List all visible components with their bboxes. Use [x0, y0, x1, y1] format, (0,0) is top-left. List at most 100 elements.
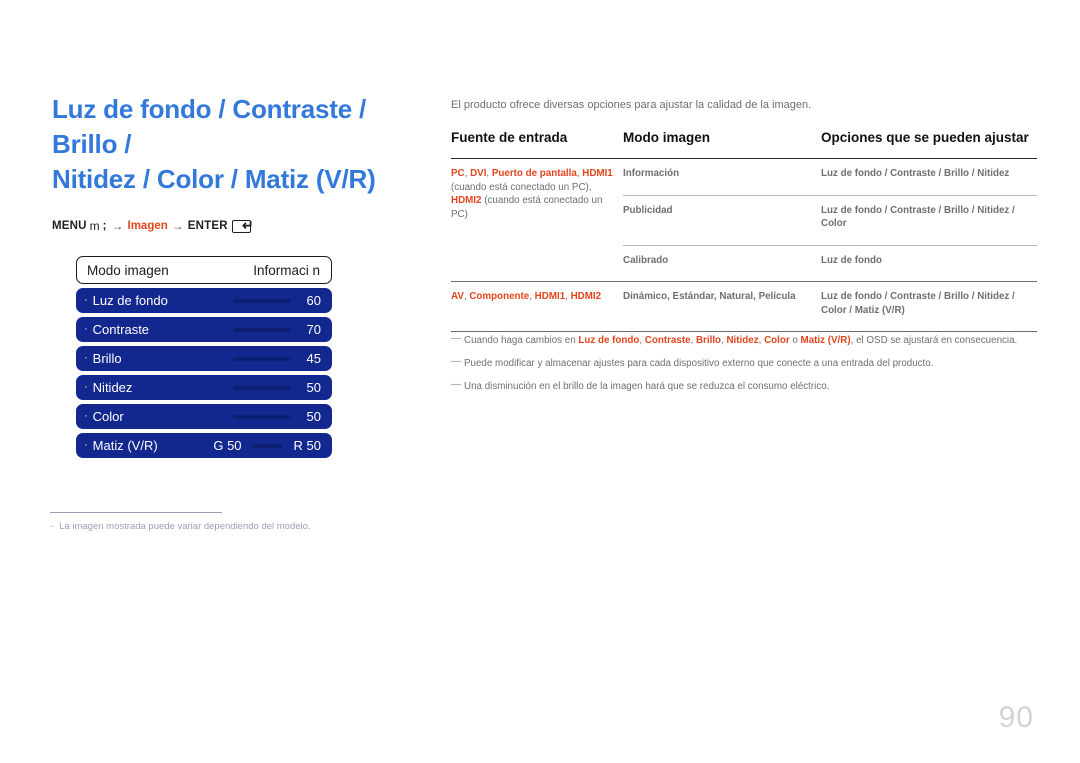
highlight-term: Contraste: [644, 335, 691, 346]
osd-row-label: Color: [92, 409, 124, 424]
osd-slider-track[interactable]: [233, 327, 291, 332]
left-column: Luz de fondo / Contraste / Brillo / Niti…: [52, 92, 422, 233]
osd-bullet-icon: ·: [84, 352, 88, 364]
osd-row-color[interactable]: · Color 50: [76, 404, 332, 429]
plain-term: , el OSD se ajustará en consecuencia.: [850, 335, 1018, 346]
highlight-term: DVI: [470, 168, 487, 179]
osd-header-row[interactable]: Modo imagen Informaci n: [76, 256, 332, 284]
cell-options: Luz de fondo / Contraste / Brillo / Niti…: [821, 195, 1037, 246]
osd-header-value: Informaci n: [253, 262, 320, 278]
note-dash-icon: —: [451, 333, 461, 344]
osd-row-value: 45: [306, 351, 321, 366]
note-dash-icon: —: [451, 356, 461, 367]
osd-bullet-icon: ·: [84, 323, 88, 335]
plain-term: Una disminución en el brillo de la image…: [464, 381, 830, 392]
cell-mode: Calibrado: [623, 254, 669, 266]
plain-term: o: [789, 335, 801, 346]
highlight-term: Matiz (V/R): [800, 335, 851, 346]
footnote-divider: [50, 512, 222, 513]
osd-row-value: 70: [306, 322, 321, 337]
column-header-source: Fuente de entrada: [451, 129, 623, 159]
note-item: — Puede modificar y almacenar ajustes pa…: [451, 357, 1037, 371]
bottom-rule-cell: [623, 331, 821, 332]
table-row-bottom-rule: [451, 331, 1037, 332]
highlight-term: Luz de fondo: [578, 335, 640, 346]
table-row: PC, DVI, Puerto de pantalla, HDMI1 (cuan…: [451, 158, 1037, 220]
osd-row-nitidez[interactable]: · Nitidez 50: [76, 375, 332, 400]
osd-row-label: Nitidez: [92, 380, 133, 395]
right-column: El producto ofrece diversas opciones par…: [451, 98, 1037, 403]
cell-mode: Dinámico, Estándar, Natural, Película: [623, 281, 821, 332]
osd-header-label: Modo imagen: [87, 262, 169, 278]
left-footnote: - La imagen mostrada puede variar depend…: [50, 512, 380, 532]
highlight-term: HDMI2: [451, 195, 482, 206]
page-number: 90: [998, 701, 1034, 734]
intro-paragraph: El producto ofrece diversas opciones par…: [451, 99, 812, 111]
osd-bullet-icon: ·: [84, 381, 88, 393]
cell-mode: Publicidad: [623, 195, 821, 246]
menu-path-separator: ;: [102, 220, 107, 232]
note-item: — Cuando haga cambios en Luz de fondo, C…: [451, 334, 1037, 348]
enter-return-icon: ↵: [231, 216, 254, 233]
bottom-rule-cell: [451, 331, 623, 332]
osd-bullet-icon: ·: [84, 410, 88, 422]
osd-bullet-icon: ·: [84, 439, 88, 451]
column-header-adjustable-options: Opciones que se pueden ajustar: [821, 129, 1037, 159]
table-header-row: Fuente de entrada Modo imagen Opciones q…: [451, 129, 1037, 159]
table-row: AV, Componente, HDMI1, HDMI2 Dinámico, E…: [451, 281, 1037, 332]
footnote-text: La imagen mostrada puede variar dependie…: [59, 521, 311, 532]
osd-row-brillo[interactable]: · Brillo 45: [76, 346, 332, 371]
osd-slider-track[interactable]: [233, 414, 291, 419]
osd-row-luz-de-fondo[interactable]: · Luz de fondo 60: [76, 288, 332, 313]
menu-hamburger-icon: m: [89, 219, 100, 233]
osd-row-label: Brillo: [92, 351, 122, 366]
menu-button-label: MENU: [52, 220, 87, 232]
highlight-term: AV: [451, 291, 464, 302]
cell-options: Luz de fondo: [821, 254, 882, 266]
osd-slider-track[interactable]: [233, 385, 291, 390]
highlight-term: Puerto de pantalla: [491, 168, 577, 179]
bottom-rule-cell: [821, 331, 1037, 332]
osd-row-value: 60: [306, 293, 321, 308]
highlight-term: Componente: [469, 291, 530, 302]
cell-source-group1: PC, DVI, Puerto de pantalla, HDMI1 (cuan…: [451, 159, 623, 282]
osd-tint-slider-track[interactable]: [251, 443, 282, 448]
note-dash-icon: —: [451, 379, 461, 390]
highlight-term: HDMI1: [582, 168, 613, 179]
osd-row-matiz[interactable]: · Matiz (V/R) G 50 R 50: [76, 433, 332, 458]
cell-mode: Información: [623, 158, 821, 196]
cell-source-group2: AV, Componente, HDMI1, HDMI2: [451, 281, 623, 332]
osd-preview-panel: Modo imagen Informaci n · Luz de fondo 6…: [76, 256, 332, 458]
osd-row-label: Luz de fondo: [92, 293, 168, 308]
footnote-text-row: - La imagen mostrada puede variar depend…: [50, 521, 380, 532]
highlight-term: PC: [451, 168, 465, 179]
footnote-dash-icon: -: [50, 521, 54, 532]
osd-tint-red-value: R 50: [293, 438, 321, 453]
highlight-term: HDMI2: [570, 291, 602, 302]
highlight-term: Brillo: [695, 335, 722, 346]
enter-button-label: ENTER: [187, 220, 228, 232]
osd-bullet-icon: ·: [84, 294, 88, 306]
osd-slider-track[interactable]: [233, 356, 291, 361]
osd-row-value: 50: [306, 409, 321, 424]
return-arrow-glyph: ↵: [242, 216, 254, 233]
osd-tint-green-value: G 50: [213, 438, 242, 453]
highlight-term: HDMI1: [534, 291, 566, 302]
plain-term: (cuando está conectado un PC),: [451, 181, 592, 193]
menu-path-breadcrumb: MENU m ; → Imagen → ENTER ↵: [52, 216, 422, 234]
osd-row-label: Contraste: [92, 322, 150, 337]
plain-term: Puede modificar y almacenar ajustes para…: [464, 358, 934, 369]
page-title: Luz de fondo / Contraste / Brillo / Niti…: [52, 94, 376, 194]
highlight-term: Nitidez: [726, 335, 759, 346]
notes-list: — Cuando haga cambios en Luz de fondo, C…: [451, 334, 1037, 394]
plain-term: Cuando haga cambios en: [464, 335, 579, 346]
cell-options: Luz de fondo / Contraste / Brillo / Niti…: [821, 281, 1037, 332]
note-text: Una disminución en el brillo de la image…: [464, 380, 1037, 394]
osd-row-contraste[interactable]: · Contraste 70: [76, 317, 332, 342]
note-item: — Una disminución en el brillo de la ima…: [451, 380, 1037, 394]
cell-options: Luz de fondo / Contraste / Brillo / Niti…: [821, 158, 1037, 196]
osd-slider-track[interactable]: [233, 298, 291, 303]
note-text: Cuando haga cambios en Luz de fondo, Con…: [464, 334, 1037, 348]
arrow-right-icon-1: →: [111, 219, 124, 233]
note-text: Puede modificar y almacenar ajustes para…: [464, 357, 1037, 371]
